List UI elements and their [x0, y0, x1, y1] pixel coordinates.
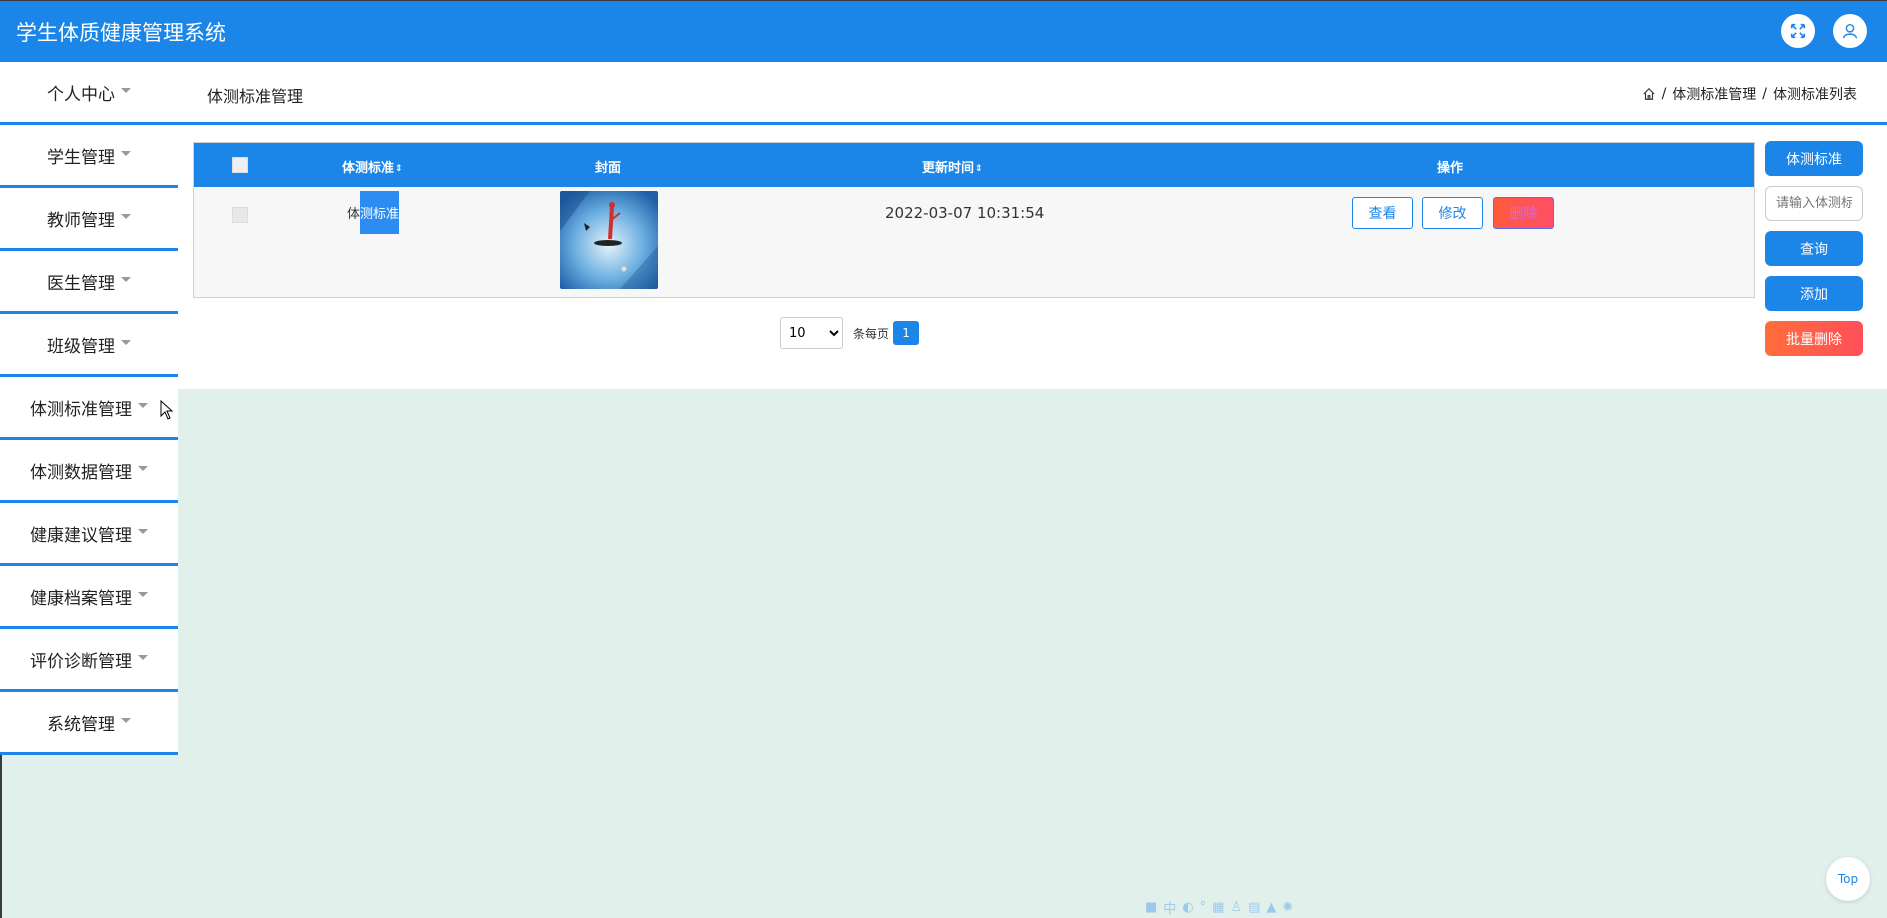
sidebar-item-label: 健康建议管理: [30, 525, 132, 546]
text-selection: 测标准: [360, 191, 400, 234]
column-header-actions: 操作: [1437, 161, 1464, 176]
ime-user-icon: ♙: [1230, 899, 1243, 915]
ime-toolbar: ■ 中 ◐ ° ▦ ♙ ▤ ▲ ✺: [1145, 897, 1350, 917]
chevron-down-icon: [121, 87, 131, 93]
search-input[interactable]: [1765, 186, 1863, 221]
sidebar-item-health-advice[interactable]: 健康建议管理: [0, 503, 178, 566]
sidebar-item-label: 教师管理: [47, 210, 115, 231]
sidebar: 个人中心 学生管理 教师管理 医生管理 班级管理 体测标准管理 体测数据管理 健…: [0, 62, 178, 755]
sidebar-item-label: 学生管理: [47, 147, 115, 168]
field-label-button[interactable]: 体测标准: [1765, 141, 1863, 176]
column-header-standard[interactable]: 体测标准⇕: [342, 157, 403, 176]
data-table: 体测标准⇕ 封面 更新时间⇕ 操作 体测标准 2022-03-07 10:31:…: [193, 142, 1755, 298]
sidebar-item-label: 班级管理: [47, 336, 115, 357]
chevron-down-icon: [121, 717, 131, 723]
sidebar-item-test-standards[interactable]: 体测标准管理: [0, 377, 178, 440]
mouse-cursor-icon: [160, 400, 174, 420]
sidebar-item-label: 系统管理: [47, 714, 115, 735]
ime-settings-icon: ✺: [1282, 899, 1294, 915]
table-row: 体测标准 2022-03-07 10:31:54 查看 修改 删除: [194, 187, 1754, 297]
column-header-updated[interactable]: 更新时间⇕: [922, 157, 983, 176]
chevron-down-icon: [138, 654, 148, 660]
search-panel: 体测标准 查询 添加 批量删除: [1765, 141, 1863, 366]
chevron-down-icon: [138, 402, 148, 408]
sidebar-item-teachers[interactable]: 教师管理: [0, 188, 178, 251]
cell-updated-time: 2022-03-07 10:31:54: [885, 204, 1045, 222]
batch-delete-button[interactable]: 批量删除: [1765, 321, 1863, 356]
breadcrumb-level1[interactable]: 体测标准管理: [1672, 84, 1756, 104]
sidebar-item-students[interactable]: 学生管理: [0, 125, 178, 188]
ime-keyboard-icon: ▦: [1212, 899, 1225, 915]
breadcrumb-separator: /: [1762, 86, 1767, 102]
chevron-down-icon: [121, 276, 131, 282]
ime-punctuation-icon: °: [1199, 899, 1207, 915]
chevron-down-icon: [138, 591, 148, 597]
delete-button[interactable]: 删除: [1493, 197, 1554, 229]
edit-button[interactable]: 修改: [1422, 197, 1483, 229]
view-button[interactable]: 查看: [1352, 197, 1413, 229]
sidebar-item-test-data[interactable]: 体测数据管理: [0, 440, 178, 503]
ime-skin-icon: ▲: [1266, 899, 1277, 915]
ime-logo-icon: ■: [1145, 899, 1158, 915]
query-button[interactable]: 查询: [1765, 231, 1863, 266]
app-header: 学生体质健康管理系统: [0, 0, 1887, 62]
expand-icon: [1790, 23, 1806, 39]
cover-image: [560, 191, 658, 289]
main-panel: 体测标准⇕ 封面 更新时间⇕ 操作 体测标准 2022-03-07 10:31:…: [178, 125, 1887, 389]
home-icon[interactable]: [1642, 87, 1656, 101]
sidebar-item-system[interactable]: 系统管理: [0, 692, 178, 755]
sidebar-item-label: 体测标准管理: [30, 399, 132, 420]
sidebar-item-label: 健康档案管理: [30, 588, 132, 609]
sidebar-item-health-records[interactable]: 健康档案管理: [0, 566, 178, 629]
page-number-current[interactable]: 1: [893, 321, 920, 345]
sidebar-item-evaluation[interactable]: 评价诊断管理: [0, 629, 178, 692]
sidebar-item-label: 个人中心: [47, 84, 115, 105]
chevron-down-icon: [121, 150, 131, 156]
back-to-top-button[interactable]: Top: [1826, 857, 1870, 901]
per-page-label: 条每页: [853, 326, 890, 341]
sidebar-item-label: 体测数据管理: [30, 462, 132, 483]
sort-icon: ⇕: [975, 163, 983, 174]
chevron-down-icon: [138, 528, 148, 534]
ime-moon-icon: ◐: [1182, 899, 1194, 915]
breadcrumb-level2: 体测标准列表: [1773, 87, 1857, 103]
chevron-down-icon: [121, 339, 131, 345]
page-size-select[interactable]: 10 20 50 100: [780, 317, 843, 349]
page-title: 体测标准管理: [207, 87, 304, 106]
pagination: 10 20 50 100 条每页 1: [780, 317, 920, 349]
cell-standard-name: 体测标准: [347, 191, 400, 234]
ime-chinese-mode-icon: 中: [1163, 901, 1177, 917]
add-button[interactable]: 添加: [1765, 276, 1863, 311]
column-header-cover: 封面: [595, 161, 622, 176]
chevron-down-icon: [138, 465, 148, 471]
breadcrumb: / 体测标准管理 / 体测标准列表: [1642, 84, 1857, 104]
fullscreen-button[interactable]: [1781, 14, 1815, 48]
ime-grid-icon: ▤: [1248, 899, 1261, 915]
app-title: 学生体质健康管理系统: [16, 21, 226, 45]
sidebar-item-doctors[interactable]: 医生管理: [0, 251, 178, 314]
sidebar-item-personal-center[interactable]: 个人中心: [0, 62, 178, 125]
table-header: 体测标准⇕ 封面 更新时间⇕ 操作: [194, 143, 1754, 187]
row-checkbox[interactable]: [232, 207, 248, 223]
sidebar-item-label: 医生管理: [47, 273, 115, 294]
select-all-checkbox[interactable]: [232, 157, 248, 173]
content-topbar: 体测标准管理 / 体测标准管理 / 体测标准列表: [178, 62, 1887, 125]
user-icon: [1842, 23, 1858, 39]
sidebar-item-label: 评价诊断管理: [30, 651, 132, 672]
chevron-down-icon: [121, 213, 131, 219]
cover-photo-skateboarder: [560, 191, 658, 289]
sidebar-item-classes[interactable]: 班级管理: [0, 314, 178, 377]
breadcrumb-separator: /: [1661, 86, 1667, 102]
sort-icon: ⇕: [395, 163, 403, 174]
user-button[interactable]: [1833, 14, 1867, 48]
